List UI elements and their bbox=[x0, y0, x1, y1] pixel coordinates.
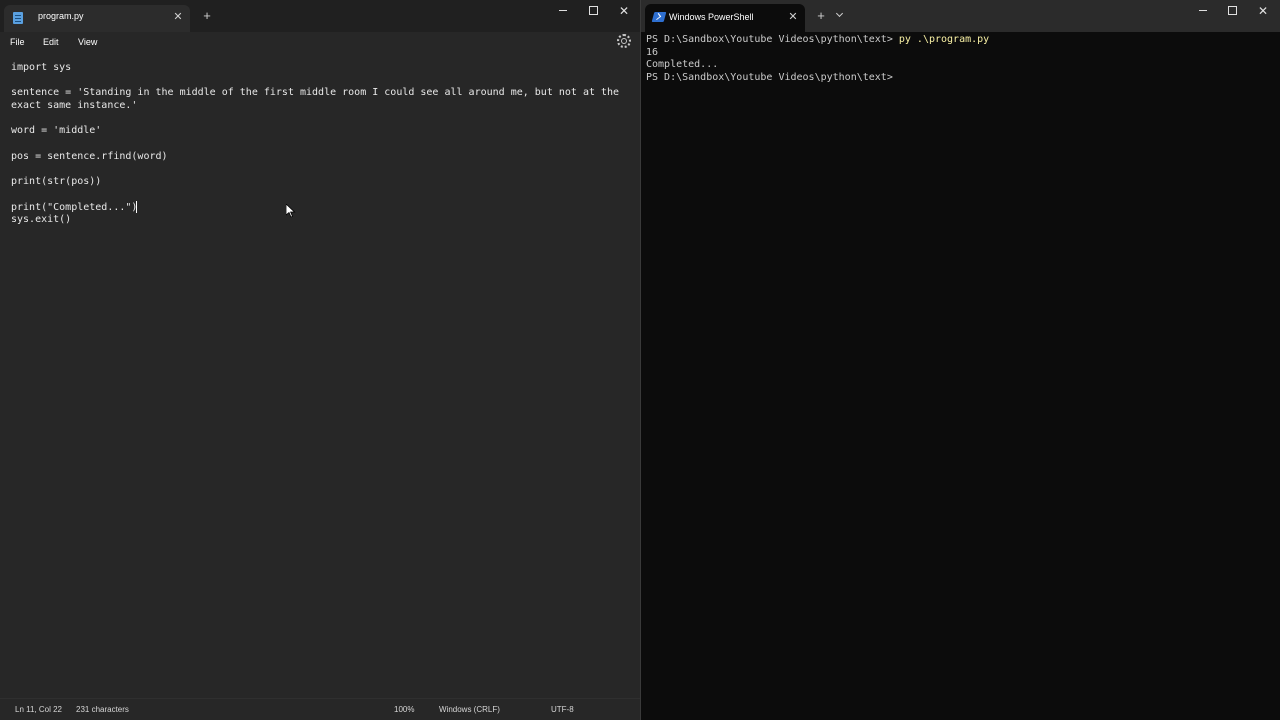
status-line-ending[interactable]: Windows (CRLF) bbox=[439, 704, 500, 716]
maximize-button[interactable] bbox=[579, 0, 609, 22]
code-line: print(str(pos)) bbox=[11, 176, 102, 187]
gear-icon[interactable] bbox=[617, 34, 631, 48]
menu-edit[interactable]: Edit bbox=[41, 34, 61, 50]
terminal-output[interactable]: PS D:\Sandbox\Youtube Videos\python\text… bbox=[641, 32, 1280, 720]
terminal-prompt: PS D:\Sandbox\Youtube Videos\python\text… bbox=[646, 34, 899, 45]
close-window-button[interactable]: ✕ bbox=[609, 0, 639, 22]
minimize-button[interactable] bbox=[1189, 0, 1219, 22]
new-tab-button[interactable]: + bbox=[199, 8, 215, 24]
code-line: pos = sentence.rfind(word) bbox=[11, 151, 168, 162]
maximize-button[interactable] bbox=[1218, 0, 1248, 22]
code-line: exact same instance.' bbox=[11, 100, 138, 111]
powershell-window: Windows PowerShell ✕ + ✕ PS D:\Sandbox\Y… bbox=[641, 0, 1280, 720]
code-line: import sys bbox=[11, 62, 72, 73]
status-character-count: 231 characters bbox=[76, 705, 129, 714]
terminal-command: py .\program.py bbox=[898, 34, 990, 45]
terminal-prompt: PS D:\Sandbox\Youtube Videos\python\text… bbox=[646, 72, 893, 83]
tab-program-py[interactable]: program.py ✕ bbox=[4, 5, 190, 32]
menu-file[interactable]: File bbox=[8, 34, 27, 50]
minimize-button[interactable] bbox=[549, 0, 579, 22]
status-zoom[interactable]: 100% bbox=[394, 704, 414, 716]
notepad-window: program.py ✕ + ✕ File Edit View import s… bbox=[0, 0, 640, 720]
menu-bar: File Edit View bbox=[0, 32, 640, 54]
text-caret bbox=[136, 201, 137, 213]
tab-title: Windows PowerShell bbox=[669, 12, 754, 22]
tab-close-icon[interactable]: ✕ bbox=[171, 9, 185, 25]
text-editor[interactable]: import sys sentence = 'Standing in the m… bbox=[0, 54, 640, 698]
status-cursor-position: Ln 11, Col 22 bbox=[15, 705, 62, 714]
status-bar: Ln 11, Col 22 231 characters 100% Window… bbox=[0, 698, 640, 720]
tab-close-icon[interactable]: ✕ bbox=[786, 9, 800, 25]
tab-windows-powershell[interactable]: Windows PowerShell ✕ bbox=[645, 4, 805, 32]
terminal-line: Completed... bbox=[646, 59, 719, 70]
powershell-icon bbox=[651, 12, 667, 22]
tab-title: program.py bbox=[38, 11, 84, 21]
notepad-file-icon bbox=[13, 12, 23, 24]
status-encoding[interactable]: UTF-8 bbox=[551, 704, 574, 716]
terminal-titlebar[interactable]: Windows PowerShell ✕ + ✕ bbox=[641, 0, 1280, 32]
terminal-line: PS D:\Sandbox\Youtube Videos\python\text… bbox=[646, 33, 1276, 46]
chevron-down-icon[interactable] bbox=[833, 9, 847, 23]
close-window-button[interactable]: ✕ bbox=[1248, 0, 1278, 22]
code-line: sys.exit() bbox=[11, 214, 72, 225]
notepad-titlebar[interactable]: program.py ✕ + ✕ bbox=[0, 0, 640, 32]
code-line: word = 'middle' bbox=[11, 125, 102, 136]
menu-view[interactable]: View bbox=[76, 34, 99, 50]
code-line: sentence = 'Standing in the middle of th… bbox=[11, 87, 620, 98]
new-tab-button[interactable]: + bbox=[813, 8, 829, 24]
